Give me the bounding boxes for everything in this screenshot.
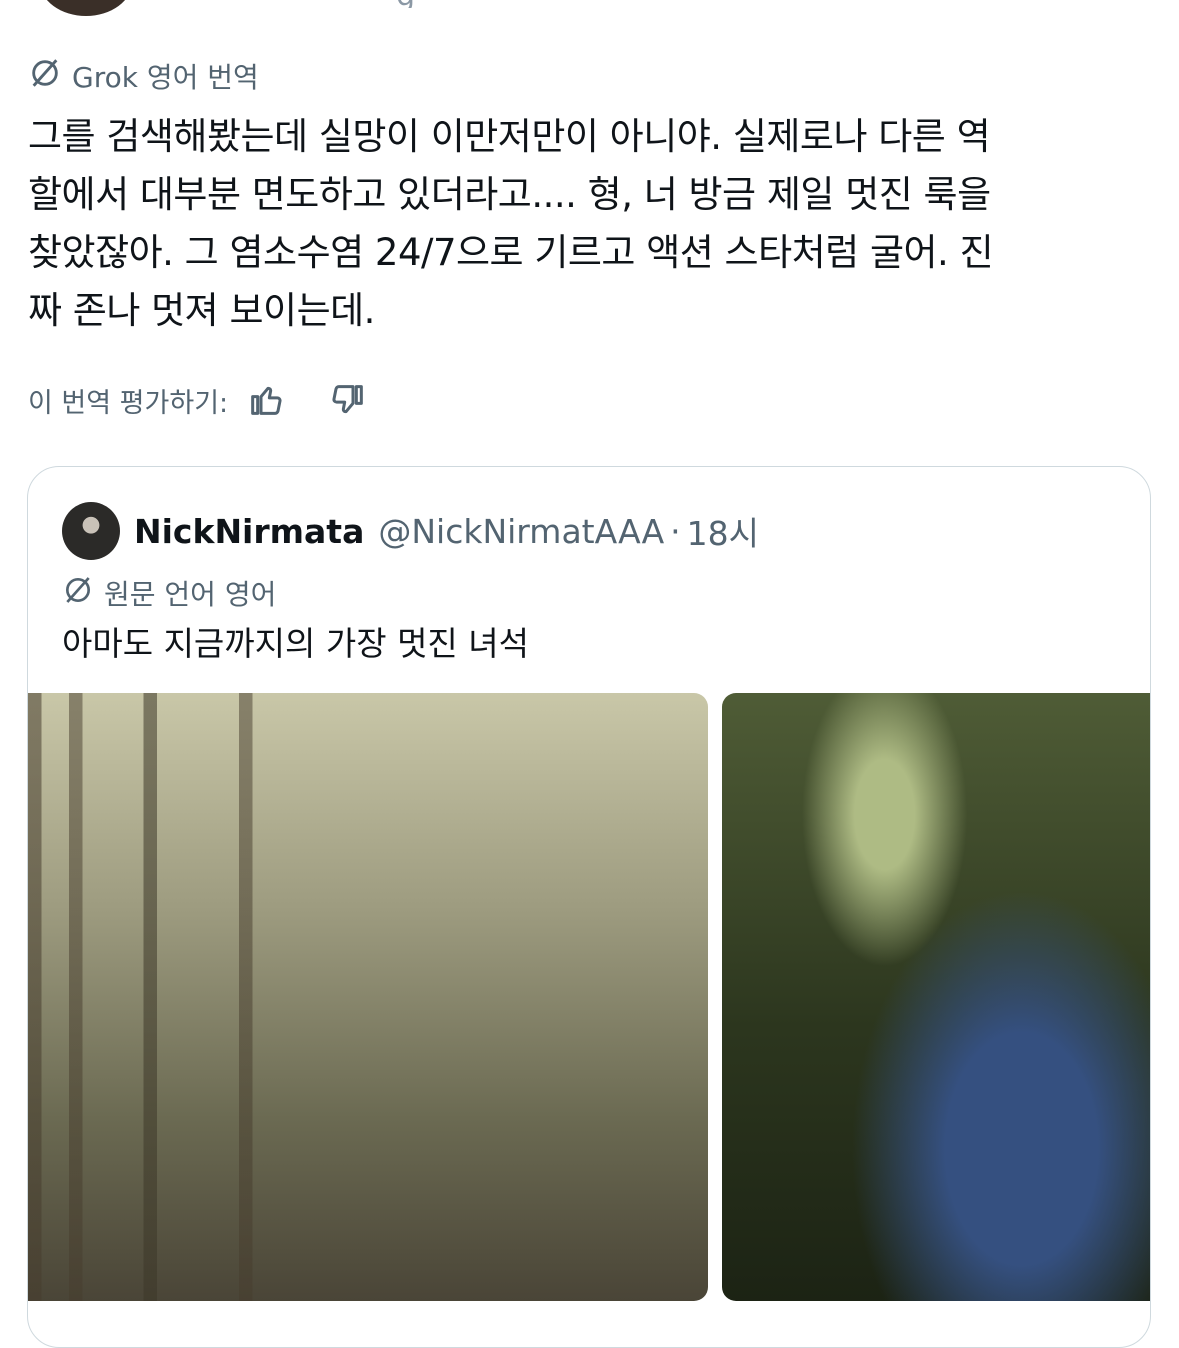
translation-source-text: Grok 영어 번역 bbox=[72, 61, 259, 94]
top-cut-text: g bbox=[396, 0, 432, 8]
media-photo-rifle-aim[interactable] bbox=[722, 693, 1150, 1301]
thumbs-down-icon[interactable] bbox=[328, 380, 368, 420]
tweet-text: 그를 검색해봤는데 실망이 이만저만이 아니야. 실제로나 다른 역 할에서 대… bbox=[28, 115, 994, 332]
avatar[interactable] bbox=[40, 0, 132, 16]
quoted-tweet[interactable]: NickNirmata @NickNirmatAAA · 18시 원문 언어 영… bbox=[27, 466, 1151, 1348]
quoted-handle[interactable]: @NickNirmatAAA bbox=[378, 512, 664, 551]
original-language-label: 원문 언어 영어 bbox=[62, 573, 276, 613]
translate-icon bbox=[62, 574, 94, 613]
translate-icon bbox=[28, 56, 62, 97]
grok-translation-label: Grok 영어 번역 bbox=[28, 56, 259, 96]
thumbs-up-icon[interactable] bbox=[246, 380, 286, 420]
quoted-timestamp[interactable]: 18시 bbox=[687, 507, 759, 555]
original-language-text: 원문 언어 영어 bbox=[104, 578, 277, 611]
quoted-avatar[interactable] bbox=[62, 502, 120, 560]
quoted-tweet-text: 아마도 지금까지의 가장 멋진 녀석 bbox=[62, 624, 529, 663]
quoted-tweet-header: NickNirmata @NickNirmatAAA · 18시 bbox=[62, 501, 759, 561]
dot-separator: · bbox=[670, 511, 681, 551]
media-photo-horse-rider[interactable] bbox=[28, 693, 708, 1301]
rate-translation-label: 이 번역 평가하기: bbox=[28, 387, 229, 419]
quoted-display-name[interactable]: NickNirmata bbox=[134, 512, 364, 551]
rate-translation-row: 이 번역 평가하기: bbox=[28, 376, 368, 424]
